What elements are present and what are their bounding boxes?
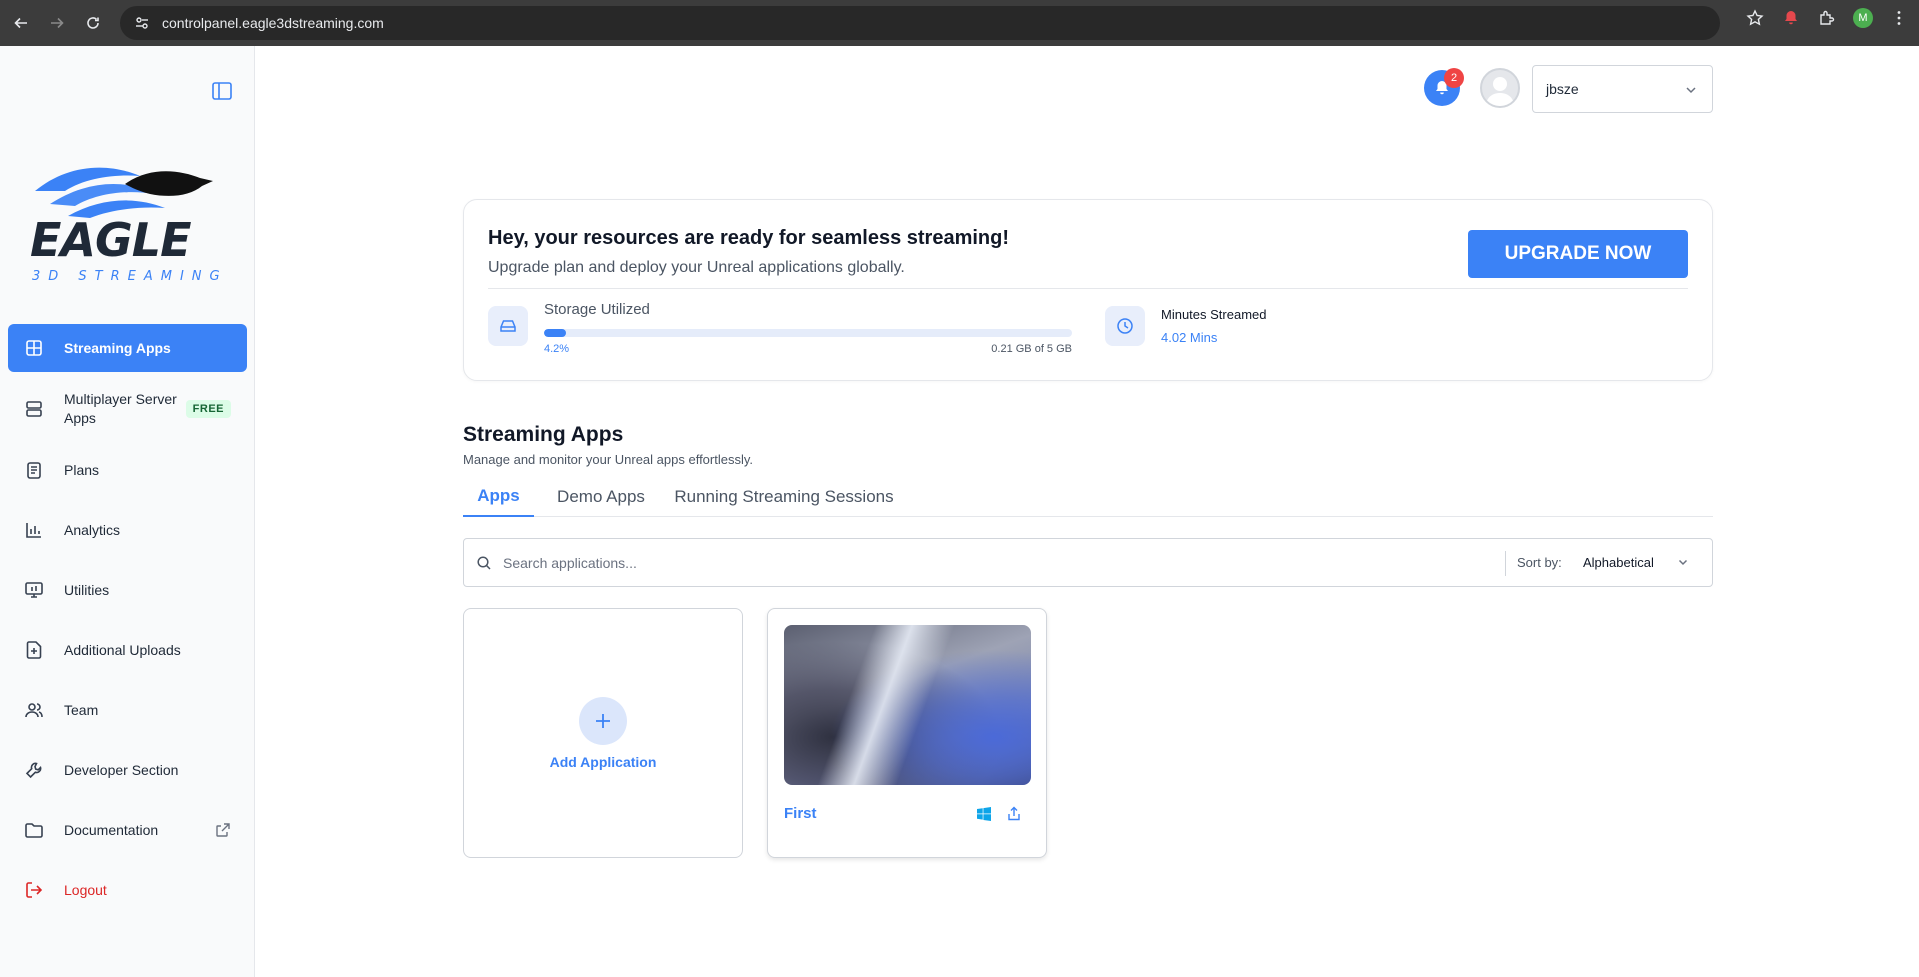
sidebar: EAGLE 3D STREAMING Streaming Apps Multip… xyxy=(0,46,255,977)
browser-menu-icon[interactable] xyxy=(1889,8,1909,28)
resources-title: Hey, your resources are ready for seamle… xyxy=(488,227,1009,249)
tab-running-streaming-sessions[interactable]: Running Streaming Sessions xyxy=(668,477,900,517)
clipboard-icon xyxy=(27,462,41,479)
sidebar-item-streaming-apps[interactable]: Streaming Apps xyxy=(8,324,247,372)
sidebar-item-label: Streaming Apps xyxy=(64,339,171,356)
tab-apps[interactable]: Apps xyxy=(463,477,534,517)
hard-drive-icon xyxy=(488,306,528,346)
svg-text:EAGLE: EAGLE xyxy=(30,213,191,267)
grid-icon xyxy=(26,340,42,356)
storage-amount: 0.21 GB of 5 GB xyxy=(991,343,1072,355)
logout-icon xyxy=(26,882,43,898)
eagle-3d-streaming-logo: EAGLE 3D STREAMING xyxy=(30,167,225,284)
browser-profile-avatar[interactable]: M xyxy=(1853,8,1873,28)
resources-card: Hey, your resources are ready for seamle… xyxy=(463,199,1713,381)
sidebar-item-utilities[interactable]: Utilities xyxy=(8,566,247,614)
reload-icon[interactable] xyxy=(78,8,108,38)
sidebar-item-analytics[interactable]: Analytics xyxy=(8,506,247,554)
user-avatar[interactable] xyxy=(1480,68,1520,108)
server-icon xyxy=(26,401,42,417)
sidebar-item-additional-uploads[interactable]: Additional Uploads xyxy=(8,626,247,674)
file-plus-icon xyxy=(26,641,42,659)
url-text[interactable]: controlpanel.eagle3dstreaming.com xyxy=(162,15,384,31)
app-thumbnail[interactable] xyxy=(784,625,1031,785)
free-badge: FREE xyxy=(185,400,231,418)
tab-demo-apps[interactable]: Demo Apps xyxy=(546,477,656,517)
storage-progress-fill xyxy=(544,329,567,337)
add-application-card[interactable]: Add Application xyxy=(463,608,743,858)
sidebar-item-label: Logout xyxy=(64,881,107,898)
clock-icon xyxy=(1105,306,1145,346)
windows-icon xyxy=(977,807,991,821)
plus-icon[interactable] xyxy=(579,697,627,745)
site-settings-icon[interactable] xyxy=(134,15,150,31)
wrench-icon xyxy=(25,762,42,779)
sidebar-item-team[interactable]: Team xyxy=(8,686,247,734)
app-name[interactable]: First xyxy=(784,805,817,822)
sidebar-item-label: Plans xyxy=(64,461,100,478)
section-subtitle: Manage and monitor your Unreal apps effo… xyxy=(463,452,754,467)
sidebar-item-multiplayer-server-apps[interactable]: Multiplayer Server Apps FREE xyxy=(8,384,247,434)
sidebar-item-label: Team xyxy=(64,701,99,718)
sort-divider xyxy=(1505,551,1506,576)
storage-percent: 4.2% xyxy=(544,343,570,355)
minutes-streamed-label: Minutes Streamed xyxy=(1161,307,1267,322)
divider xyxy=(488,288,1688,289)
extensions-puzzle-icon[interactable] xyxy=(1817,8,1837,28)
sidebar-item-documentation[interactable]: Documentation xyxy=(8,806,247,854)
notification-count-badge: 2 xyxy=(1444,68,1464,88)
extension-alert-icon[interactable] xyxy=(1781,8,1801,28)
user-dropdown[interactable]: jbsze xyxy=(1532,65,1713,113)
chevron-down-icon xyxy=(1686,87,1696,94)
sidebar-item-label: Developer Section xyxy=(64,761,179,778)
sidebar-item-label: Utilities xyxy=(64,581,110,598)
search-input[interactable] xyxy=(503,551,1503,575)
share-upload-icon[interactable] xyxy=(1006,806,1022,822)
add-application-label[interactable]: Add Application xyxy=(464,754,742,770)
username: jbsze xyxy=(1546,81,1579,97)
folder-icon xyxy=(25,823,43,838)
bookmark-star-icon[interactable] xyxy=(1745,8,1765,28)
svg-text:3D STREAMING: 3D STREAMING xyxy=(32,269,225,284)
sort-dropdown[interactable]: Alphabetical xyxy=(1583,555,1654,570)
bar-chart-icon xyxy=(26,523,41,538)
sort-label: Sort by: xyxy=(1517,555,1562,570)
sidebar-item-label: Additional Uploads xyxy=(64,641,181,658)
chevron-down-icon[interactable] xyxy=(1677,556,1689,568)
sidebar-collapse-icon[interactable] xyxy=(211,80,233,102)
users-icon xyxy=(25,703,43,718)
monitor-icon xyxy=(25,582,43,598)
upgrade-now-button[interactable]: UPGRADE NOW xyxy=(1468,230,1688,278)
search-bar: Sort by: Alphabetical xyxy=(463,538,1713,587)
apps-tabs: Apps Demo Apps Running Streaming Session… xyxy=(463,477,1713,517)
storage-progress-bar xyxy=(544,329,1072,337)
sidebar-item-label: Multiplayer Server Apps xyxy=(64,391,177,426)
sidebar-item-label: Analytics xyxy=(64,521,121,538)
app-card[interactable]: First xyxy=(767,608,1047,858)
browser-toolbar: controlpanel.eagle3dstreaming.com M xyxy=(0,0,1919,46)
back-icon[interactable] xyxy=(6,8,36,38)
storage-label: Storage Utilized xyxy=(544,301,650,318)
sidebar-item-plans[interactable]: Plans xyxy=(8,446,247,494)
sidebar-menu: Streaming Apps Multiplayer Server Apps F… xyxy=(8,324,247,926)
forward-icon[interactable] xyxy=(42,8,72,38)
sidebar-item-developer-section[interactable]: Developer Section xyxy=(8,746,247,794)
resources-subtitle: Upgrade plan and deploy your Unreal appl… xyxy=(488,259,905,276)
sidebar-item-logout[interactable]: Logout xyxy=(8,866,247,914)
user-silhouette-icon xyxy=(1486,77,1514,106)
search-icon xyxy=(477,556,491,570)
address-bar[interactable]: controlpanel.eagle3dstreaming.com xyxy=(120,6,1720,40)
external-link-icon xyxy=(216,823,230,837)
minutes-streamed-value: 4.02 Mins xyxy=(1161,330,1218,345)
section-title: Streaming Apps xyxy=(463,423,624,446)
sidebar-item-label: Documentation xyxy=(64,821,159,838)
